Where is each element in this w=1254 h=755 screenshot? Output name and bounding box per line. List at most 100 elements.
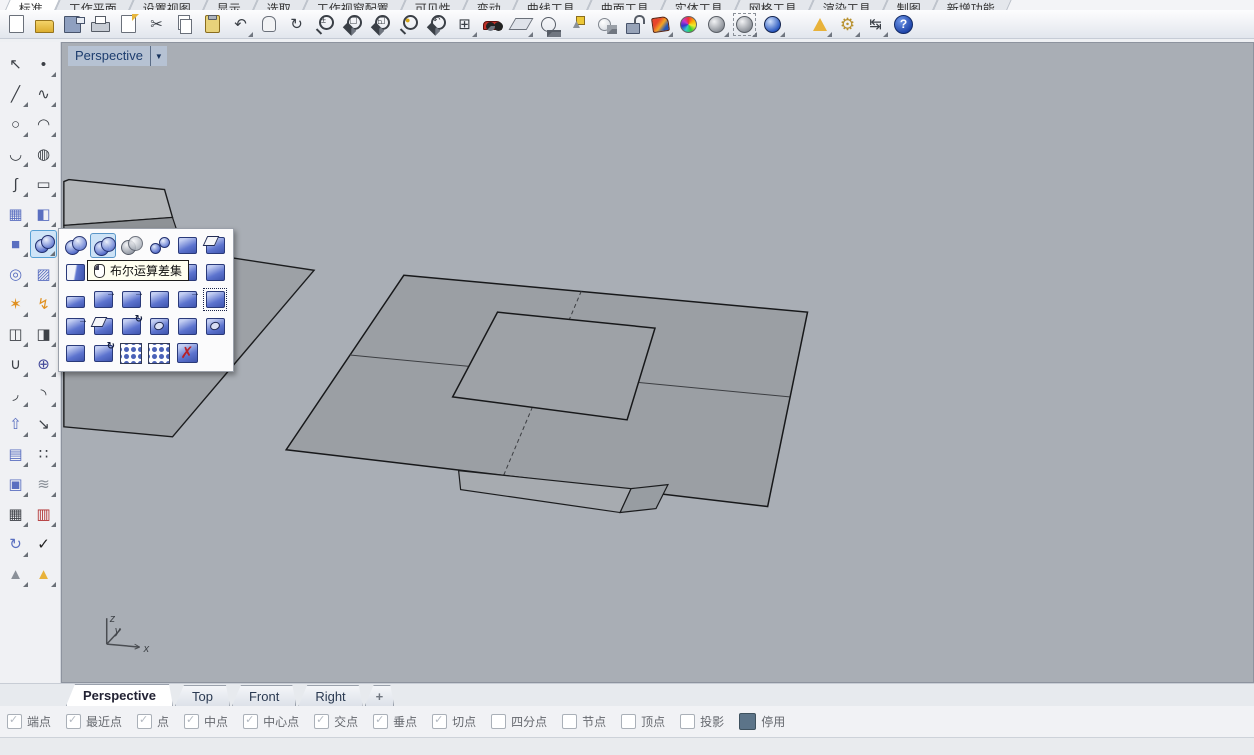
edit-page-button[interactable] bbox=[116, 12, 141, 37]
osnap-toggle[interactable]: 端点 bbox=[7, 713, 51, 730]
tab-perspective[interactable]: Perspective bbox=[66, 684, 173, 706]
osnap-toggle[interactable]: 节点 bbox=[562, 713, 606, 730]
save-button[interactable] bbox=[60, 12, 85, 37]
perspective-viewport[interactable]: Perspective ▼ bbox=[61, 42, 1254, 683]
undo-button[interactable]: ↶ bbox=[228, 12, 253, 37]
cone-tool[interactable]: ▲ bbox=[2, 560, 29, 588]
point-tool[interactable]: • bbox=[30, 50, 57, 78]
control-point-curve-tool[interactable]: ∫ bbox=[2, 170, 29, 198]
osnap-toggle[interactable]: 中点 bbox=[184, 713, 228, 730]
wire-cut-button[interactable] bbox=[62, 260, 88, 285]
boolean-difference-button[interactable] bbox=[90, 233, 116, 258]
arc-tool[interactable]: ◠ bbox=[30, 110, 57, 138]
tab-new-viewport[interactable]: + bbox=[365, 685, 395, 706]
emap-tool[interactable]: ≋ bbox=[30, 470, 57, 498]
pan-button[interactable] bbox=[256, 12, 281, 37]
surface-corner-tool[interactable]: ◧ bbox=[30, 200, 57, 228]
osnap-toggle[interactable]: 切点 bbox=[432, 713, 476, 730]
scale-tool[interactable]: ↘ bbox=[30, 410, 57, 438]
ellipse-tool[interactable]: ◍ bbox=[30, 140, 57, 168]
osnap-toggle[interactable]: 顶点 bbox=[621, 713, 665, 730]
options-button[interactable]: ⚙ bbox=[835, 12, 860, 37]
rotate-tool[interactable]: ↻ bbox=[2, 530, 29, 558]
osnap-disable-toggle[interactable]: 停用 bbox=[739, 713, 785, 730]
osnap-checkbox[interactable] bbox=[621, 714, 636, 729]
osnap-toggle[interactable]: 最近点 bbox=[66, 713, 122, 730]
boolean-intersection-button[interactable] bbox=[118, 233, 144, 258]
print-button[interactable] bbox=[88, 12, 113, 37]
new-file-button[interactable] bbox=[4, 12, 29, 37]
trim-tool[interactable]: ◫ bbox=[2, 320, 29, 348]
dimension-button[interactable]: ↹ bbox=[863, 12, 888, 37]
select-tool[interactable]: ↖ bbox=[2, 50, 29, 78]
mesh-tool[interactable]: ▨ bbox=[30, 260, 57, 288]
extrude-face-button[interactable] bbox=[90, 287, 116, 312]
visibility-button[interactable] bbox=[592, 12, 617, 37]
chamfer-face-button[interactable] bbox=[90, 314, 116, 339]
rectangle-tool[interactable]: ▭ bbox=[30, 170, 57, 198]
extrude-tool[interactable]: ⇧ bbox=[2, 410, 29, 438]
open-file-button[interactable] bbox=[32, 12, 57, 37]
corner-box-button[interactable] bbox=[62, 341, 88, 366]
explode-mapping-tool[interactable]: ↯ bbox=[30, 290, 57, 318]
viewport-title-label[interactable]: Perspective bbox=[68, 46, 150, 66]
convert-extrusion-button[interactable] bbox=[202, 260, 228, 285]
move-face-button[interactable] bbox=[62, 314, 88, 339]
rotate-face-button[interactable] bbox=[118, 314, 144, 339]
rotate-view-button[interactable]: ↻ bbox=[284, 12, 309, 37]
circle-tool[interactable]: ○ bbox=[2, 110, 29, 138]
check-tool[interactable]: ✓ bbox=[30, 530, 57, 558]
osnap-toggle[interactable]: 交点 bbox=[314, 713, 358, 730]
osnap-checkbox[interactable] bbox=[137, 714, 152, 729]
torus-tool[interactable]: ◎ bbox=[2, 260, 29, 288]
cage-edit-button[interactable] bbox=[202, 287, 228, 312]
zoom-selected-button[interactable]: ● bbox=[396, 12, 421, 37]
join-tool[interactable]: ∪ bbox=[2, 350, 29, 378]
viewport-title-dropdown-icon[interactable]: ▼ bbox=[150, 46, 167, 66]
render-button[interactable] bbox=[648, 12, 673, 37]
place-text-button[interactable] bbox=[174, 314, 200, 339]
group-tool[interactable]: ⊕ bbox=[30, 350, 57, 378]
tab-top[interactable]: Top bbox=[175, 685, 230, 706]
osnap-checkbox[interactable] bbox=[7, 714, 22, 729]
freeform-curve-tool[interactable]: ◡ bbox=[2, 140, 29, 168]
slab-button[interactable] bbox=[62, 287, 88, 312]
solid-box-tool[interactable]: ■ bbox=[2, 230, 29, 258]
osnap-checkbox[interactable] bbox=[243, 714, 258, 729]
color-wheel-button[interactable] bbox=[676, 12, 701, 37]
viewport-layout-button[interactable]: ⊞ bbox=[452, 12, 477, 37]
zoom-extents-button[interactable]: ◱ bbox=[368, 12, 393, 37]
copy-tool[interactable]: ∷ bbox=[30, 440, 57, 468]
selection-filter-button[interactable] bbox=[807, 12, 832, 37]
compass-button[interactable] bbox=[536, 12, 561, 37]
osnap-toggle[interactable]: 投影 bbox=[680, 713, 724, 730]
elliptical-hole-button[interactable] bbox=[146, 314, 172, 339]
osnap-checkbox[interactable] bbox=[373, 714, 388, 729]
delete-hole-button[interactable]: ✗ bbox=[174, 341, 200, 366]
osnap-toggle[interactable]: 点 bbox=[137, 713, 169, 730]
annotate-button[interactable]: ▲ bbox=[564, 12, 589, 37]
undo-view-button[interactable]: ↶ bbox=[424, 12, 449, 37]
curve-interpolate-tool[interactable]: ∿ bbox=[30, 80, 57, 108]
extrude-face-tapered-button[interactable] bbox=[146, 287, 172, 312]
boolean-two-objects-button[interactable] bbox=[146, 233, 172, 258]
named-views-button[interactable] bbox=[480, 12, 505, 37]
array-hole-button[interactable] bbox=[118, 341, 144, 366]
shaded-viewport-button[interactable] bbox=[704, 12, 729, 37]
copy-button[interactable] bbox=[172, 12, 197, 37]
tab-right[interactable]: Right bbox=[298, 685, 362, 706]
osnap-checkbox[interactable] bbox=[314, 714, 329, 729]
osnap-toggle[interactable]: 中心点 bbox=[243, 713, 299, 730]
osnap-toggle[interactable]: 四分点 bbox=[491, 713, 547, 730]
array-tool[interactable]: ▤ bbox=[2, 440, 29, 468]
osnap-toggle[interactable]: 垂点 bbox=[373, 713, 417, 730]
surface-from-points-tool[interactable]: ▦ bbox=[2, 200, 29, 228]
viewport-title[interactable]: Perspective ▼ bbox=[68, 46, 167, 66]
cut-button[interactable]: ✂ bbox=[144, 12, 169, 37]
osnap-checkbox[interactable] bbox=[432, 714, 447, 729]
osnap-checkbox[interactable] bbox=[491, 714, 506, 729]
tab-front[interactable]: Front bbox=[232, 685, 296, 706]
paste-button[interactable] bbox=[200, 12, 225, 37]
solid-boolean-tool[interactable] bbox=[30, 230, 57, 258]
cplane-button[interactable] bbox=[508, 12, 533, 37]
